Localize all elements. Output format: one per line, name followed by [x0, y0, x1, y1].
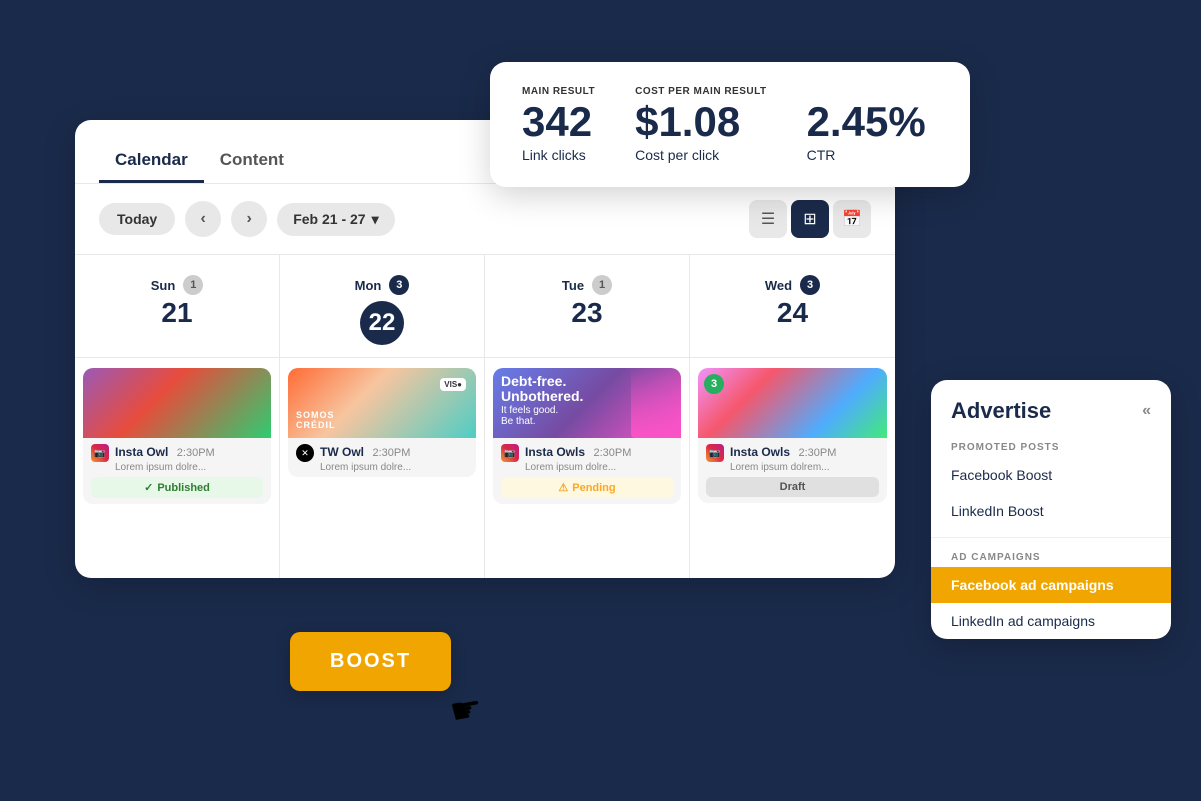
cost-value: $1.08 — [635, 101, 766, 143]
main-result-sub: Link clicks — [522, 147, 595, 163]
sun-name: Sun — [151, 278, 176, 293]
calendar-card: Calendar Content Today ‹ › Feb 21 - 27 ▾… — [75, 120, 895, 578]
stats-card: MAIN RESULT 342 Link clicks COST PER MAI… — [490, 62, 970, 187]
day-header-mon: Mon 3 22 — [280, 255, 485, 357]
cost-label: COST PER MAIN RESULT — [635, 86, 766, 97]
wed-name: Wed — [765, 278, 792, 293]
post-info-mon: ✕ TW Owl 2:30PM Lorem ipsum dolre... — [288, 438, 476, 477]
facebook-boost-item[interactable]: Facebook Boost — [931, 457, 1171, 493]
wed-badge: 3 — [800, 275, 820, 295]
grid-view-button[interactable]: ⊞ — [791, 200, 829, 238]
cost-sub: Cost per click — [635, 147, 766, 163]
instagram-icon-wed: 📷 — [706, 444, 724, 462]
advertise-header: Advertise « — [931, 380, 1171, 436]
calendar-view-button[interactable]: 📅 — [833, 200, 871, 238]
post-desc-mon: Lorem ipsum dolre... — [320, 462, 450, 473]
calendar-header: Sun 1 21 Mon 3 22 Tue 1 23 Wed — [75, 255, 895, 358]
instagram-icon-tue: 📷 — [501, 444, 519, 462]
tab-calendar[interactable]: Calendar — [99, 140, 204, 183]
post-desc-wed: Lorem ipsum dolrem... — [730, 462, 860, 473]
ctr-label — [807, 86, 926, 97]
today-button[interactable]: Today — [99, 203, 175, 235]
status-badge-sun: ✓ Published — [91, 477, 263, 498]
mon-name: Mon — [355, 278, 382, 293]
post-card-wed[interactable]: 3 📷 Insta Owls 2:30PM Lorem ipsum dolrem… — [698, 368, 887, 503]
calendar-toolbar: Today ‹ › Feb 21 - 27 ▾ ☰ ⊞ 📅 — [75, 184, 895, 255]
warning-icon: ⚠ — [558, 481, 568, 494]
check-icon: ✓ — [144, 481, 153, 494]
chevron-left-icon: ‹ — [201, 210, 206, 228]
ctr-sub: CTR — [807, 147, 926, 163]
somos-text: SOMOSCrédil — [296, 410, 336, 430]
cal-cell-sun: 📷 Insta Owl 2:30PM Lorem ipsum dolre... … — [75, 358, 280, 578]
prev-button[interactable]: ‹ — [185, 201, 221, 237]
grid-icon: ⊞ — [803, 209, 816, 229]
main-result-value: 342 — [522, 101, 595, 143]
post-desc-tue: Lorem ipsum dolre... — [525, 462, 655, 473]
divider — [931, 537, 1171, 538]
tue-num: 23 — [501, 297, 673, 329]
twitter-icon-mon: ✕ — [296, 444, 314, 462]
cal-cell-wed: 3 📷 Insta Owls 2:30PM Lorem ipsum dolrem… — [690, 358, 895, 578]
mon-badge: 3 — [389, 275, 409, 295]
day-header-sun: Sun 1 21 — [75, 255, 280, 357]
list-view-button[interactable]: ☰ — [749, 200, 787, 238]
cal-cell-mon: SOMOSCrédil VIS● ✕ TW Owl 2:30PM Lorem i… — [280, 358, 485, 578]
post-name-tue: Insta Owls — [525, 445, 585, 459]
chevron-right-icon: › — [247, 210, 252, 228]
tue-name: Tue — [562, 278, 584, 293]
cal-cell-tue: Debt-free.Unbothered. It feels good.Be t… — [485, 358, 690, 578]
sun-badge: 1 — [183, 275, 203, 295]
post-time-mon: 2:30PM — [372, 447, 410, 459]
boost-button[interactable]: BOOST — [290, 632, 451, 691]
wed-num: 24 — [706, 297, 879, 329]
linkedin-ad-campaigns-item[interactable]: LinkedIn ad campaigns — [931, 603, 1171, 639]
mon-num: 22 — [360, 301, 404, 345]
collapse-button[interactable]: « — [1142, 402, 1151, 420]
ctr-value: 2.45% — [807, 101, 926, 143]
main-result-col: MAIN RESULT 342 Link clicks — [522, 86, 595, 163]
sun-num: 21 — [91, 297, 263, 329]
next-button[interactable]: › — [231, 201, 267, 237]
post-card-sun[interactable]: 📷 Insta Owl 2:30PM Lorem ipsum dolre... … — [83, 368, 271, 504]
post-info-tue: 📷 Insta Owls 2:30PM Lorem ipsum dolre... — [493, 438, 681, 477]
chevron-down-icon: ▾ — [372, 211, 379, 228]
calendar-icon: 📅 — [842, 209, 862, 229]
calendar-body: 📷 Insta Owl 2:30PM Lorem ipsum dolre... … — [75, 358, 895, 578]
cost-col: COST PER MAIN RESULT $1.08 Cost per clic… — [635, 86, 766, 163]
day-header-tue: Tue 1 23 — [485, 255, 690, 357]
post-time-wed: 2:30PM — [798, 447, 836, 459]
post-name-sun: Insta Owl — [115, 445, 168, 459]
date-range-button[interactable]: Feb 21 - 27 ▾ — [277, 203, 394, 236]
instagram-icon-sun: 📷 — [91, 444, 109, 462]
advertise-panel: Advertise « PROMOTED POSTS Facebook Boos… — [931, 380, 1171, 639]
post-info-wed: 📷 Insta Owls 2:30PM Lorem ipsum dolrem..… — [698, 438, 887, 477]
post-card-mon[interactable]: SOMOSCrédil VIS● ✕ TW Owl 2:30PM Lorem i… — [288, 368, 476, 477]
day-header-wed: Wed 3 24 — [690, 255, 895, 357]
advertise-title: Advertise — [951, 398, 1051, 424]
ctr-col: 2.45% CTR — [807, 86, 926, 163]
post-time-sun: 2:30PM — [177, 447, 215, 459]
main-result-label: MAIN RESULT — [522, 86, 595, 97]
linkedin-boost-item[interactable]: LinkedIn Boost — [931, 493, 1171, 529]
post-info-sun: 📷 Insta Owl 2:30PM Lorem ipsum dolre... — [83, 438, 271, 477]
promoted-posts-label: PROMOTED POSTS — [931, 436, 1171, 457]
status-badge-tue: ⚠ Pending — [501, 477, 673, 498]
post-time-tue: 2:30PM — [593, 447, 631, 459]
facebook-ad-campaigns-item[interactable]: Facebook ad campaigns — [931, 567, 1171, 603]
post-desc-sun: Lorem ipsum dolre... — [115, 462, 245, 473]
list-icon: ☰ — [761, 209, 775, 229]
status-badge-wed: Draft — [706, 477, 879, 497]
post-name-mon: TW Owl — [320, 445, 364, 459]
post-name-wed: Insta Owls — [730, 445, 790, 459]
ad-campaigns-label: AD CAMPAIGNS — [931, 546, 1171, 567]
tue-badge: 1 — [592, 275, 612, 295]
tab-content[interactable]: Content — [204, 140, 300, 183]
view-buttons: ☰ ⊞ 📅 — [749, 200, 871, 238]
post-card-tue[interactable]: Debt-free.Unbothered. It feels good.Be t… — [493, 368, 681, 504]
wed-post-badge: 3 — [704, 374, 724, 394]
